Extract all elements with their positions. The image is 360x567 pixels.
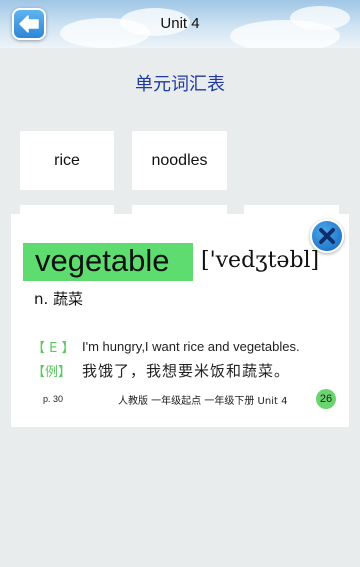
page-title: Unit 4 (160, 15, 200, 32)
example-chinese-tag: 【例】 (32, 365, 72, 380)
word-card-noodles[interactable]: noodles (132, 131, 227, 190)
word-detail-popup: vegetable ['vedʒtəbl] n. 蔬菜 【 E 】 I'm hu… (11, 214, 349, 427)
example-english-row: 【 E 】 I'm hungry,I want rice and vegetab… (32, 337, 300, 356)
headword: vegetable (35, 243, 170, 278)
word-card-rice[interactable]: rice (20, 131, 114, 190)
example-chinese-row: 【例】 我饿了，我想要米饭和蔬菜。 (32, 360, 290, 381)
word-card-label: noodles (151, 151, 208, 169)
close-icon (319, 228, 335, 244)
word-count-badge: 26 (316, 389, 336, 409)
part-of-speech-meaning: n. 蔬菜 (34, 290, 84, 308)
textbook-source: 人教版 一年级起点 一年级下册 Unit 4 (118, 396, 288, 407)
section-title: 单元词汇表 (135, 74, 225, 95)
example-english: I'm hungry,I want rice and vegetables. (82, 339, 300, 354)
close-button[interactable] (310, 219, 344, 253)
example-english-tag: 【 E 】 (32, 341, 75, 356)
word-card-label: rice (54, 151, 80, 169)
example-chinese: 我饿了，我想要米饭和蔬菜。 (82, 362, 291, 380)
page-number: p. 30 (43, 394, 64, 404)
phonetic: ['vedʒtəbl] (201, 248, 320, 273)
